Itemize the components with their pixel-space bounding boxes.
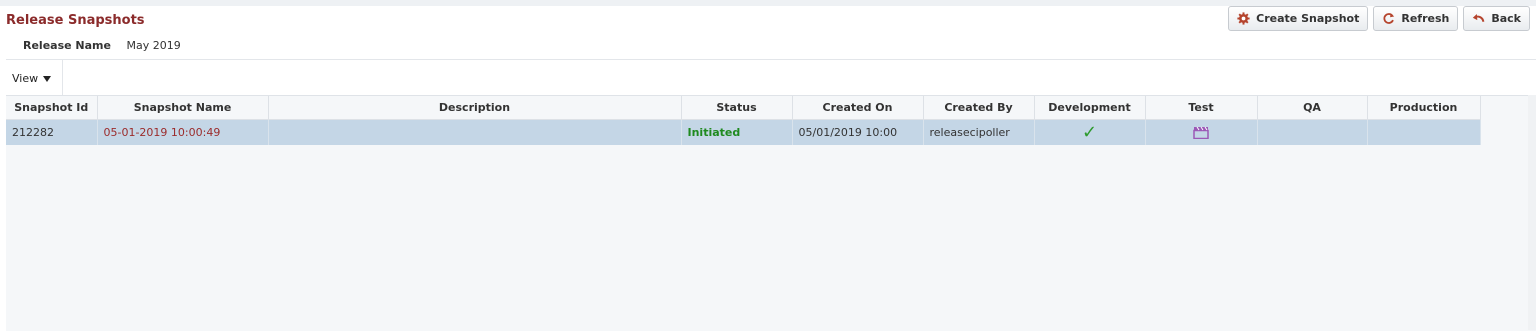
header-created-by[interactable]: Created By <box>923 96 1035 120</box>
cell-created-by: releasecipoller <box>923 119 1035 145</box>
cell-status: Initiated <box>681 119 793 145</box>
caret-down-icon <box>43 75 52 82</box>
view-menu-label: View <box>12 72 39 85</box>
snapshot-table-area: Snapshot Id Snapshot Name Description St… <box>6 95 1536 331</box>
refresh-label: Refresh <box>1401 12 1450 25</box>
table-row[interactable]: 212282 05-01-2019 10:00:49 Initiated 05/… <box>6 119 1481 145</box>
clapperboard-icon[interactable] <box>1193 126 1209 140</box>
header-snapshot-name[interactable]: Snapshot Name <box>97 96 269 120</box>
table-header-row: Snapshot Id Snapshot Name Description St… <box>6 96 1481 120</box>
snapshot-table: Snapshot Id Snapshot Name Description St… <box>6 96 1481 145</box>
header-created-on[interactable]: Created On <box>792 96 924 120</box>
release-name-value: May 2019 <box>126 39 181 52</box>
refresh-icon <box>1383 13 1395 24</box>
vertical-scrollbar[interactable] <box>1528 95 1536 330</box>
cell-qa <box>1257 119 1368 145</box>
gear-icon <box>1237 12 1250 25</box>
cell-snapshot-name[interactable]: 05-01-2019 10:00:49 <box>97 119 269 145</box>
header-description[interactable]: Description <box>268 96 682 120</box>
check-icon: ✓ <box>1081 121 1098 143</box>
back-button[interactable]: Back <box>1463 6 1530 31</box>
back-arrow-icon <box>1473 14 1485 22</box>
view-menu[interactable]: View <box>12 72 52 85</box>
view-toolbar: View <box>6 59 1536 96</box>
cell-test <box>1145 119 1258 145</box>
back-label: Back <box>1491 12 1521 25</box>
cell-development: ✓ <box>1034 119 1146 145</box>
header-status[interactable]: Status <box>681 96 793 120</box>
release-name-label: Release Name <box>23 39 111 52</box>
header-development[interactable]: Development <box>1034 96 1146 120</box>
cell-production <box>1367 119 1481 145</box>
cell-snapshot-id: 212282 <box>6 119 98 145</box>
header-snapshot-id[interactable]: Snapshot Id <box>6 96 98 120</box>
page-title: Release Snapshots <box>6 13 145 28</box>
header-qa[interactable]: QA <box>1257 96 1368 120</box>
create-snapshot-button[interactable]: Create Snapshot <box>1228 6 1369 31</box>
cell-created-on: 05/01/2019 10:00 <box>792 119 924 145</box>
toolbar-divider <box>62 60 63 96</box>
header-test[interactable]: Test <box>1145 96 1258 120</box>
header-production[interactable]: Production <box>1367 96 1481 120</box>
release-info: Release Name May 2019 <box>23 39 181 52</box>
action-bar: Create Snapshot Refresh Back <box>1228 6 1530 31</box>
refresh-button[interactable]: Refresh <box>1373 6 1459 31</box>
cell-description <box>268 119 682 145</box>
create-snapshot-label: Create Snapshot <box>1256 12 1360 25</box>
